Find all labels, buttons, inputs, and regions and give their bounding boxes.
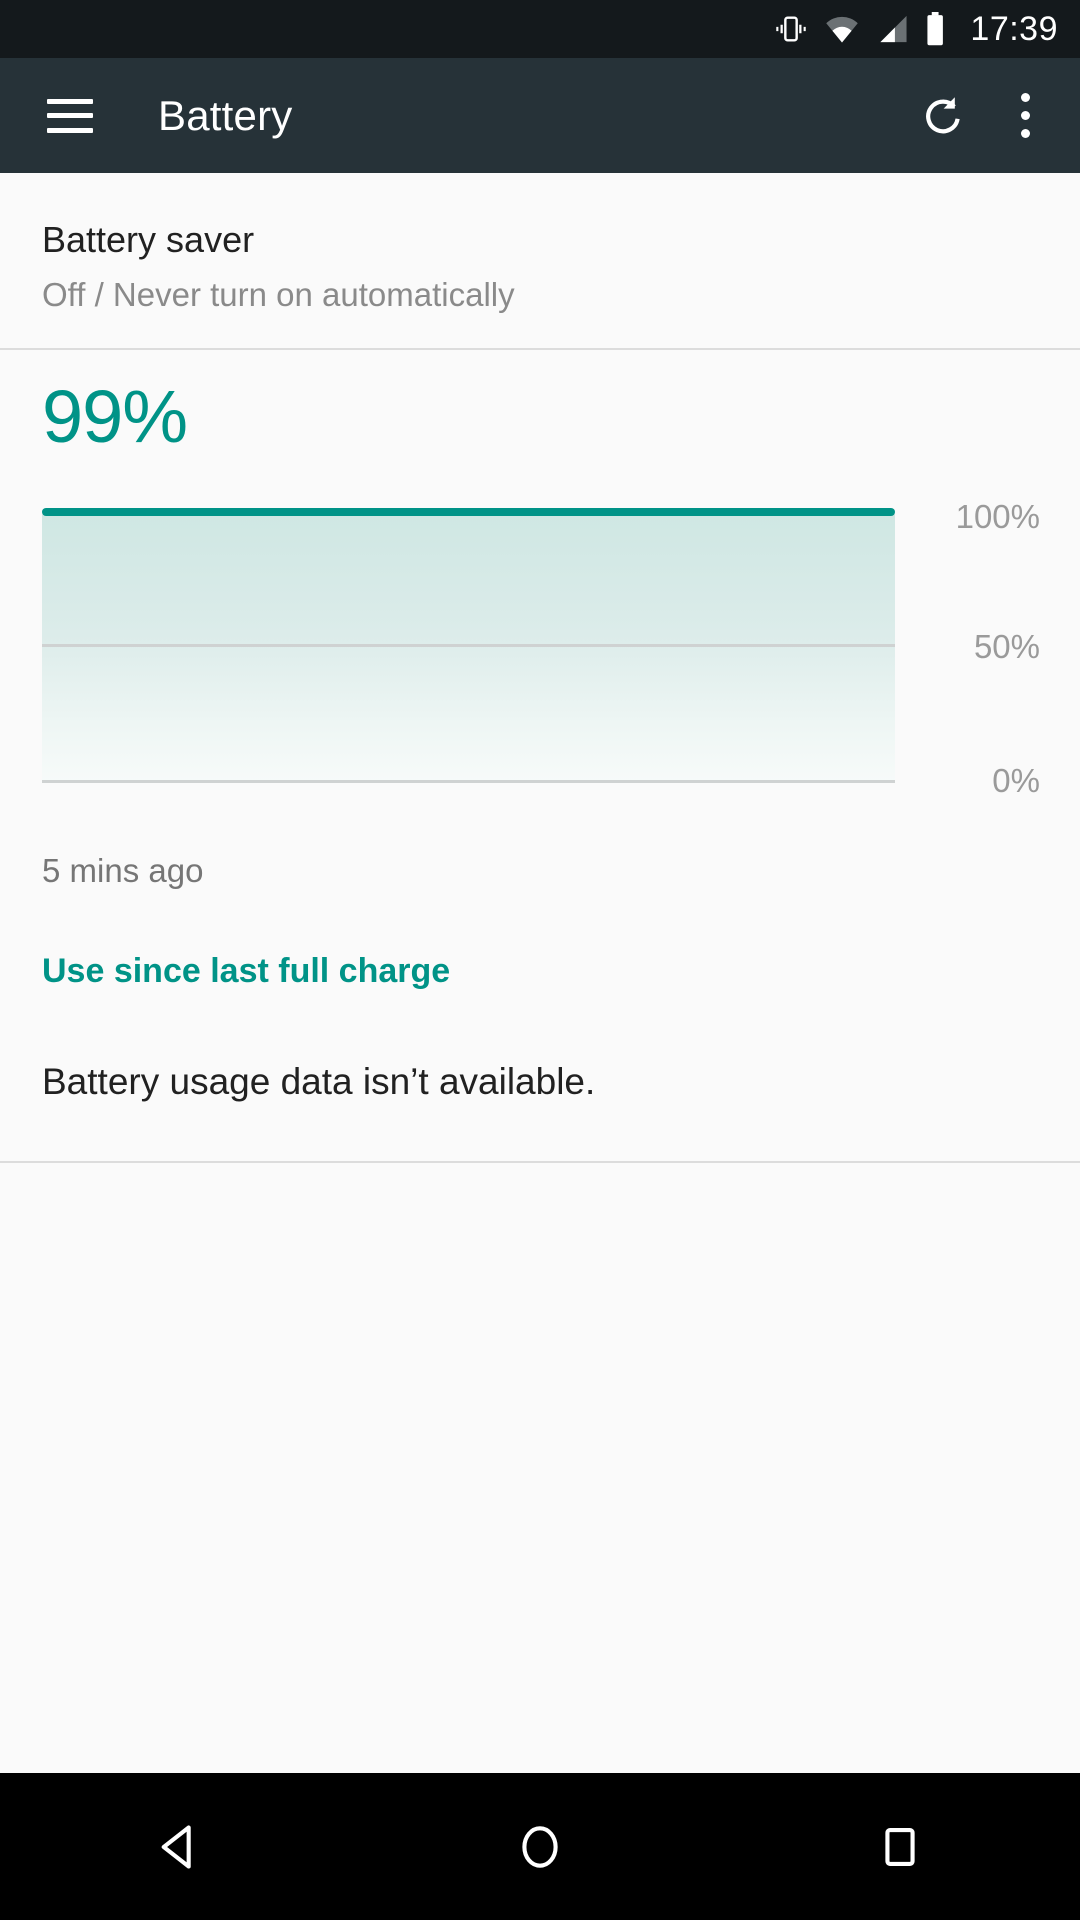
chart-battery-line	[42, 507, 895, 516]
axis-label-0: 0%	[992, 761, 1040, 799]
hamburger-menu-icon[interactable]	[47, 98, 93, 133]
axis-label-50: 50%	[973, 627, 1040, 665]
battery-usage-message: Battery usage data isn’t available.	[42, 1060, 596, 1102]
navigation-bar	[0, 1773, 1080, 1920]
overflow-menu-icon[interactable]	[1015, 87, 1036, 144]
battery-saver-subtitle: Off / Never turn on automatically	[42, 276, 515, 314]
use-since-last-full-charge-link[interactable]: Use since last full charge	[0, 890, 450, 991]
chart-gridline-50	[42, 643, 895, 647]
chart-plot-area	[42, 507, 895, 783]
battery-icon	[924, 12, 946, 46]
divider-bottom	[0, 1160, 1080, 1163]
cellular-signal-icon	[876, 14, 908, 44]
wifi-icon	[824, 14, 860, 44]
vibrate-icon	[774, 12, 808, 46]
app-bar: Battery	[0, 58, 1080, 173]
phone-screen: 17:39 Battery Battery saver Off / Never …	[0, 0, 1080, 1920]
home-icon[interactable]	[465, 1773, 615, 1920]
battery-history-chart: 100% 50% 0%	[0, 498, 1080, 830]
chart-area-fill	[42, 513, 895, 783]
main-content: Battery saver Off / Never turn on automa…	[0, 173, 1080, 1773]
refresh-icon[interactable]	[919, 92, 967, 140]
chart-timestamp: 5 mins ago	[42, 851, 204, 889]
chart-y-axis: 100% 50% 0%	[900, 498, 1040, 799]
battery-percent: 99%	[42, 375, 188, 459]
chart-gridline-0	[42, 779, 895, 783]
battery-saver-row[interactable]: Battery saver Off / Never turn on automa…	[0, 173, 1080, 348]
axis-label-100: 100%	[955, 497, 1040, 535]
app-bar-actions	[919, 87, 1080, 144]
status-bar-clock: 17:39	[970, 9, 1058, 48]
battery-saver-title: Battery saver	[42, 219, 255, 260]
recents-icon[interactable]	[825, 1773, 975, 1920]
back-icon[interactable]	[105, 1773, 255, 1920]
status-bar: 17:39	[0, 0, 1080, 58]
page-title: Battery	[158, 91, 293, 139]
